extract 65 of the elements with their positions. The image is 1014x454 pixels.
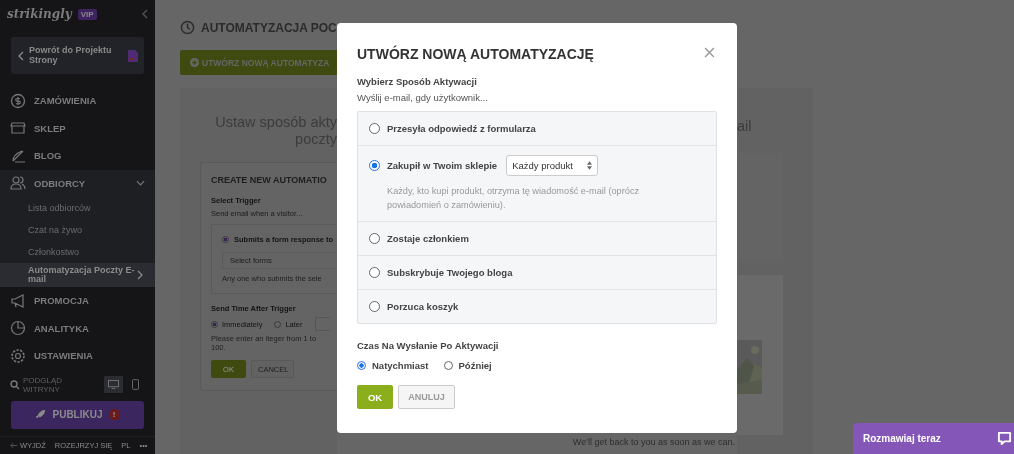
radio-button[interactable] [369,233,380,244]
nav-item[interactable]: ZAMÓWIENIA [0,87,155,115]
section-label: Czas Na Wysłanie Po Aktywacji [357,340,500,351]
store-icon [10,120,26,137]
gear-icon [10,347,26,364]
submenu-item[interactable]: Członkostwo [0,241,155,263]
back-button[interactable]: Powrót do Projektu Strony [11,37,144,74]
logo: strikingly [7,7,72,21]
rocket-icon [35,409,47,420]
page-title: AUTOMATYZACJA POC [201,20,337,35]
search-icon [10,379,20,390]
section-label: Wybierz Sposób Aktywacji [357,76,478,87]
option-label: Zakupił w Twoim sklepie [387,160,498,171]
mobile-icon [132,379,139,390]
close-icon[interactable] [704,47,715,58]
alert-badge: ! [108,409,120,420]
dollar-icon [10,92,26,109]
pie-chart-icon [10,320,26,337]
collapse-icon[interactable] [142,9,148,19]
radio-label: Później [458,360,492,371]
nav-item[interactable]: SKLEP [0,114,155,142]
chevron-right-icon [137,270,143,280]
plus-circle-icon [190,58,199,67]
desktop-button[interactable] [104,376,123,393]
ok-button[interactable]: OK [357,385,393,409]
chat-bubble-icon [997,431,1012,446]
option-label: Przesyła odpowiedź z formularza [387,123,536,134]
arrow-left-icon [10,442,18,449]
submenu-item[interactable]: Lista odbiorców [0,197,155,219]
page-icon [128,49,138,62]
people-icon [10,175,26,192]
radio-button[interactable] [357,361,366,370]
nav-item[interactable]: PROMOCJA [0,287,155,315]
dialog-title: UTWÓRZ NOWĄ AUTOMATYZACJĘ [357,46,594,62]
radio-button[interactable] [369,123,380,134]
cancel-button[interactable]: ANULUJ [398,385,455,409]
clock-icon [180,20,195,35]
nav-item[interactable]: ANALITYKA [0,314,155,342]
form-title: CREATE NEW AUTOMATIO [211,175,328,185]
product-select[interactable]: Każdy produkt [506,155,599,176]
option-description: Każdy, kto kupi produkt, otrzyma tę wiadomość e-mail (oprócz powiadomień o zamówieniu). [387,185,641,212]
publish-button[interactable]: PUBLIKUJ ! [11,400,144,429]
chat-button[interactable]: Rozmawiaj teraz [853,423,1014,454]
nav-item[interactable]: BLOG [0,142,155,170]
radio-button[interactable] [369,160,380,171]
radio-button[interactable] [211,320,218,328]
option-label: Subskrybuje Twojego bloga [387,267,513,278]
radio-button[interactable] [222,236,229,243]
select-arrows-icon [587,161,593,170]
radio-label: Natychmiast [372,360,429,371]
submenu-item[interactable]: Czat na żywo [0,219,155,241]
nav-item[interactable]: ODBIORCY [0,169,155,197]
nav-item[interactable]: USTAWIENIA [0,342,155,370]
vip-badge: VIP [77,8,97,20]
option-label: Zostaje członkiem [387,233,469,244]
back-icon [18,50,24,61]
section-hint: Wyślij e-mail, gdy użytkownik... [357,92,489,103]
radio-button[interactable] [369,267,380,278]
megaphone-icon [10,292,26,309]
radio-button[interactable] [443,361,453,370]
radio-button[interactable] [369,301,380,312]
option-label: Porzuca koszyk [387,301,459,312]
submenu-item[interactable]: Automatyzacja Poczty E-mail [0,263,155,287]
preview-link[interactable]: PODGLĄD WITRYNY [23,375,101,394]
desktop-icon [108,380,119,389]
